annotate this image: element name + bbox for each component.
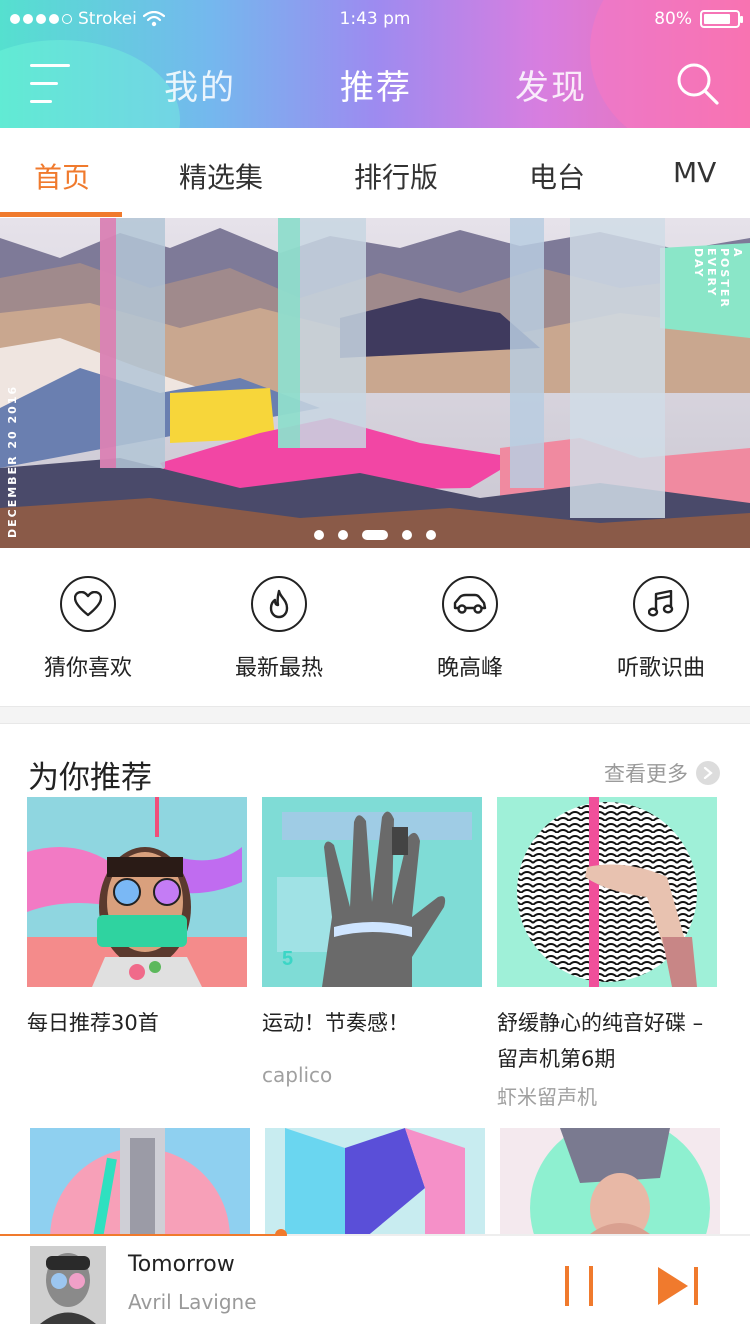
recommend-card[interactable]: 每日推荐30首 [27, 797, 247, 1041]
svg-text:5: 5 [282, 948, 293, 970]
see-more-label: 查看更多 [604, 762, 688, 786]
recommend-card-partial[interactable] [500, 1128, 720, 1238]
recommend-card-partial[interactable] [265, 1128, 485, 1238]
carousel-dot[interactable] [314, 530, 324, 540]
status-time: 1:43 pm [339, 9, 411, 29]
banner-carousel[interactable]: DECEMBER 20 2016 A POSTER EVERY DAY [0, 218, 750, 548]
status-right: 80% [654, 9, 743, 29]
subtab-charts[interactable]: 排行版 [354, 156, 438, 196]
playlist-cover [497, 797, 717, 987]
status-bar: Strokei 1:43 pm 80% [0, 0, 750, 40]
playlist-cover [27, 797, 247, 987]
recommend-card[interactable]: 5 运动！节奏感！ caplico [262, 797, 482, 1087]
section-title: 为你推荐 [28, 760, 152, 796]
quick-guess-like[interactable]: 猜你喜欢 [0, 576, 183, 682]
now-playing-artist: Avril Lavigne [128, 1290, 257, 1314]
quick-label: 最新最热 [234, 656, 323, 681]
music-note-icon [633, 576, 689, 632]
tab-recommend[interactable]: 推荐 [340, 60, 412, 109]
carousel-dot[interactable] [338, 530, 348, 540]
card-author: 虾米留声机 [497, 1085, 597, 1109]
quick-label: 猜你喜欢 [43, 656, 132, 681]
mini-player[interactable]: Tomorrow Avril Lavigne [0, 1236, 750, 1334]
see-more-link[interactable]: 查看更多 [604, 758, 720, 788]
carousel-dot[interactable] [402, 530, 412, 540]
section-divider [0, 706, 750, 724]
recommend-card[interactable]: 舒缓静心的纯音好碟 – 留声机第6期 虾米留声机 [497, 797, 717, 1110]
next-track-icon[interactable] [656, 1264, 702, 1308]
search-icon[interactable] [676, 62, 720, 106]
card-author: caplico [262, 1063, 333, 1087]
carousel-dot-active[interactable] [362, 530, 388, 540]
sub-tabs: 首页 精选集 排行版 电台 MV [0, 128, 750, 218]
card-title: 舒缓静心的纯音好碟 – 留声机第6期 [497, 1011, 704, 1071]
car-icon [442, 576, 498, 632]
carousel-dot[interactable] [426, 530, 436, 540]
banner-date: DECEMBER 20 2016 [6, 384, 19, 538]
top-nav: 我的 推荐 发现 [0, 40, 750, 128]
subtab-mv[interactable]: MV [673, 156, 716, 189]
battery-icon [700, 10, 743, 28]
subtab-home[interactable]: 首页 [34, 156, 90, 196]
quick-links: 猜你喜欢 最新最热 晚高峰 听歌识曲 [0, 548, 750, 706]
quick-song-recognition[interactable]: 听歌识曲 [566, 576, 750, 682]
quick-rush-hour[interactable]: 晚高峰 [375, 576, 565, 682]
now-playing-cover [30, 1246, 106, 1324]
card-title: 运动！节奏感！ [262, 1011, 409, 1035]
tab-discover[interactable]: 发现 [515, 60, 587, 109]
quick-new-hot[interactable]: 最新最热 [184, 576, 374, 682]
quick-label: 听歌识曲 [616, 656, 705, 681]
active-tab-indicator [0, 212, 122, 217]
now-playing-title: Tomorrow [128, 1252, 235, 1277]
quick-label: 晚高峰 [436, 656, 503, 681]
flame-icon [251, 576, 307, 632]
heart-icon [60, 576, 116, 632]
subtab-radio[interactable]: 电台 [529, 156, 585, 196]
chevron-right-icon [696, 761, 720, 785]
subtab-collections[interactable]: 精选集 [179, 156, 263, 196]
banner-artwork [0, 218, 750, 548]
recommend-card-partial[interactable] [30, 1128, 250, 1238]
playlist-cover: 5 [262, 797, 482, 987]
pause-icon[interactable] [560, 1264, 600, 1308]
menu-icon[interactable] [30, 62, 72, 104]
tab-mine[interactable]: 我的 [164, 60, 236, 109]
card-title: 每日推荐30首 [27, 1011, 159, 1035]
header: Strokei 1:43 pm 80% 我的 推荐 发现 [0, 0, 750, 128]
carousel-indicator[interactable] [0, 530, 750, 540]
banner-tagline: A POSTER EVERY DAY [692, 248, 744, 309]
battery-percent: 80% [654, 9, 692, 29]
